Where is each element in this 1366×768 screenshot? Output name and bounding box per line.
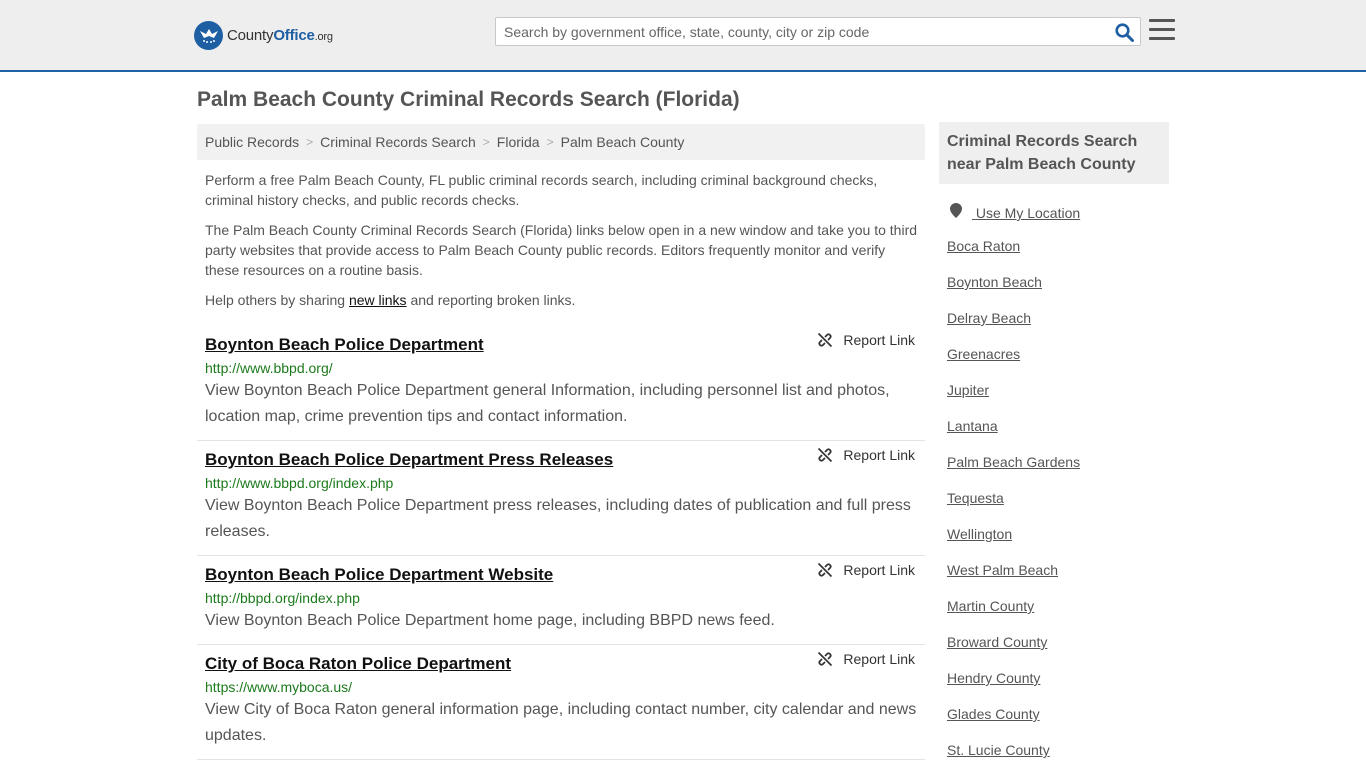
result-item: Boynton Beach Police Department Website … bbox=[197, 556, 925, 645]
breadcrumb-florida[interactable]: Florida bbox=[497, 134, 540, 150]
sidebar-link-st-lucie-county[interactable]: St. Lucie County bbox=[947, 740, 1169, 768]
sidebar-link-broward-county[interactable]: Broward County bbox=[947, 632, 1169, 668]
page-title: Palm Beach County Criminal Records Searc… bbox=[197, 88, 740, 111]
sidebar-link-delray-beach[interactable]: Delray Beach bbox=[947, 308, 1169, 344]
intro-text: Perform a free Palm Beach County, FL pub… bbox=[205, 170, 921, 320]
top-header: CountyOffice.org bbox=[0, 0, 1366, 72]
result-item: Boynton Beach Police Department Press Re… bbox=[197, 441, 925, 556]
result-title-link[interactable]: Boynton Beach Police Department bbox=[205, 334, 484, 356]
logo-wordmark: CountyOffice.org bbox=[227, 26, 333, 44]
broken-link-icon bbox=[818, 651, 833, 667]
result-description: View Boynton Beach Police Department hom… bbox=[205, 612, 775, 629]
intro-paragraph: Perform a free Palm Beach County, FL pub… bbox=[205, 172, 878, 208]
result-url[interactable]: https://www.myboca.us/ bbox=[205, 678, 917, 696]
breadcrumb: Public Records > Criminal Records Search… bbox=[197, 124, 925, 160]
sidebar-link-jupiter[interactable]: Jupiter bbox=[947, 380, 1169, 416]
eagle-logo-icon bbox=[194, 20, 223, 50]
hamburger-menu-icon[interactable] bbox=[1149, 19, 1175, 43]
breadcrumb-separator-icon: > bbox=[482, 135, 490, 149]
result-item: City of Boca Raton Police Department Rep… bbox=[197, 645, 925, 760]
use-my-location-link[interactable]: Use My Location bbox=[947, 200, 1169, 236]
search-icon[interactable] bbox=[1113, 22, 1135, 42]
sidebar-link-wellington[interactable]: Wellington bbox=[947, 524, 1169, 560]
new-links-link[interactable]: new links bbox=[349, 292, 407, 308]
report-link-button[interactable]: Report Link bbox=[817, 332, 915, 348]
broken-link-icon bbox=[818, 562, 833, 578]
broken-link-icon bbox=[818, 332, 833, 348]
breadcrumb-separator-icon: > bbox=[546, 135, 554, 149]
results-list: Boynton Beach Police Department Report L… bbox=[197, 326, 925, 760]
intro-paragraph: The Palm Beach County Criminal Records S… bbox=[205, 222, 918, 278]
result-url[interactable]: http://www.bbpd.org/ bbox=[205, 359, 917, 377]
broken-link-icon bbox=[818, 447, 833, 463]
sidebar-link-palm-beach-gardens[interactable]: Palm Beach Gardens bbox=[947, 452, 1169, 488]
result-description: View City of Boca Raton general informat… bbox=[205, 701, 917, 744]
sidebar-link-tequesta[interactable]: Tequesta bbox=[947, 488, 1169, 524]
result-title-link[interactable]: City of Boca Raton Police Department bbox=[205, 653, 511, 675]
sidebar-link-glades-county[interactable]: Glades County bbox=[947, 704, 1169, 740]
breadcrumb-separator-icon: > bbox=[306, 135, 314, 149]
report-link-button[interactable]: Report Link bbox=[817, 651, 915, 667]
report-link-button[interactable]: Report Link bbox=[817, 562, 915, 578]
result-title-link[interactable]: Boynton Beach Police Department Website bbox=[205, 564, 553, 586]
search-input[interactable] bbox=[496, 18, 1096, 45]
sidebar-link-west-palm-beach[interactable]: West Palm Beach bbox=[947, 560, 1169, 596]
result-description: View Boynton Beach Police Department pre… bbox=[205, 497, 911, 540]
sidebar-heading: Criminal Records Search near Palm Beach … bbox=[939, 122, 1169, 184]
search-bar bbox=[495, 17, 1141, 46]
breadcrumb-criminal-records-search[interactable]: Criminal Records Search bbox=[320, 134, 476, 150]
result-item: Boynton Beach Police Department Report L… bbox=[197, 326, 925, 441]
site-logo[interactable]: CountyOffice.org bbox=[194, 20, 333, 50]
sidebar-link-boynton-beach[interactable]: Boynton Beach bbox=[947, 272, 1169, 308]
result-description: View Boynton Beach Police Department gen… bbox=[205, 382, 890, 425]
sidebar-link-hendry-county[interactable]: Hendry County bbox=[947, 668, 1169, 704]
breadcrumb-public-records[interactable]: Public Records bbox=[205, 134, 299, 150]
result-title-link[interactable]: Boynton Beach Police Department Press Re… bbox=[205, 449, 613, 471]
sidebar-link-boca-raton[interactable]: Boca Raton bbox=[947, 236, 1169, 272]
sidebar-link-martin-county[interactable]: Martin County bbox=[947, 596, 1169, 632]
location-pin-icon bbox=[950, 203, 962, 218]
share-links-paragraph: Help others by sharing new links and rep… bbox=[205, 292, 576, 308]
result-url[interactable]: http://bbpd.org/index.php bbox=[205, 589, 917, 607]
sidebar-nearby-list: Use My Location Boca Raton Boynton Beach… bbox=[947, 200, 1169, 768]
report-link-button[interactable]: Report Link bbox=[817, 447, 915, 463]
breadcrumb-palm-beach-county[interactable]: Palm Beach County bbox=[561, 134, 685, 150]
result-url[interactable]: http://www.bbpd.org/index.php bbox=[205, 474, 917, 492]
sidebar-link-lantana[interactable]: Lantana bbox=[947, 416, 1169, 452]
sidebar-link-greenacres[interactable]: Greenacres bbox=[947, 344, 1169, 380]
